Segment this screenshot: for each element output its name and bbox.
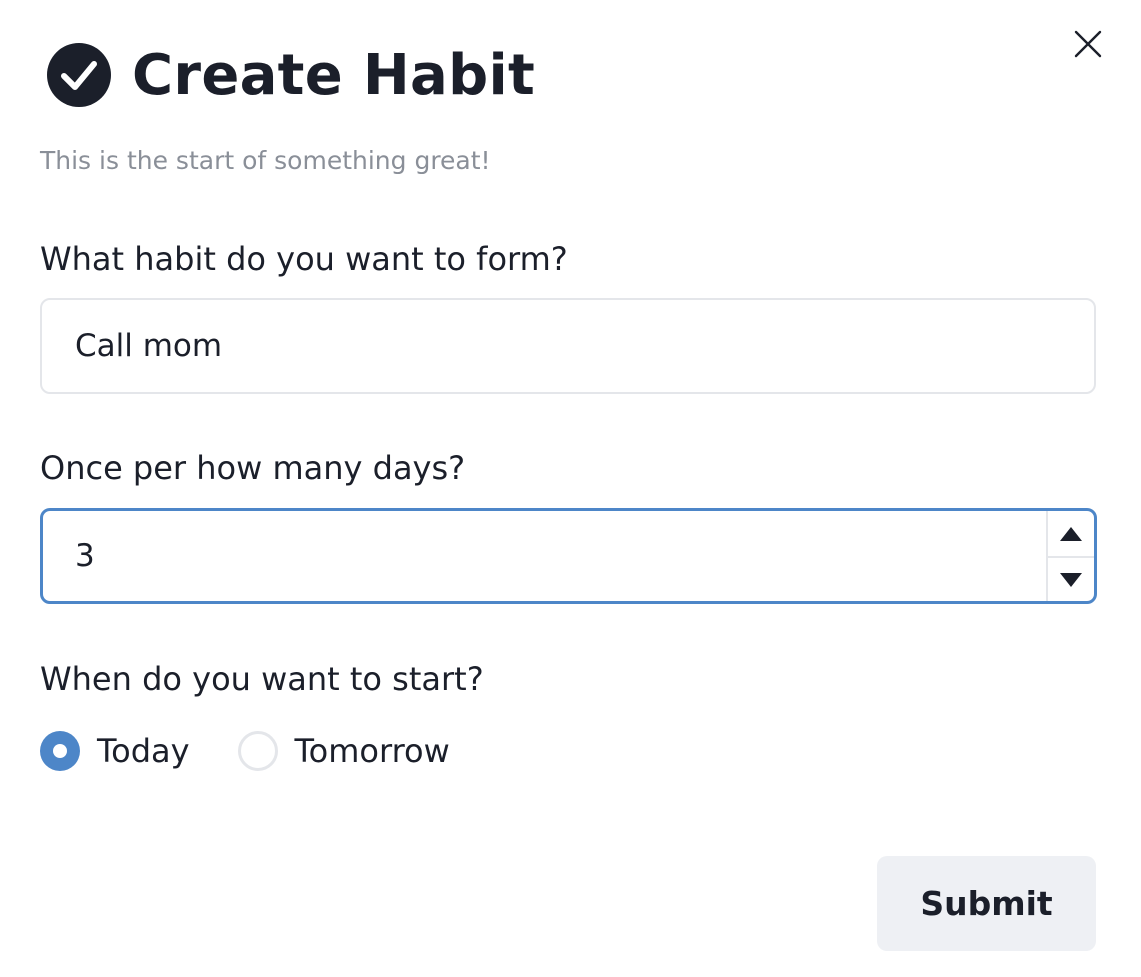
radio-label-tomorrow: Tomorrow	[294, 732, 450, 770]
increment-button[interactable]	[1048, 511, 1094, 556]
triangle-down-icon	[1060, 572, 1082, 587]
triangle-up-icon	[1060, 526, 1082, 541]
radio-tomorrow[interactable]	[237, 731, 278, 771]
check-circle-icon	[47, 43, 111, 107]
frequency-value[interactable]: 3	[75, 511, 95, 601]
habit-field-label: What habit do you want to form?	[40, 240, 568, 278]
habit-input[interactable]	[40, 298, 1096, 394]
radio-option-tomorrow[interactable]: Tomorrow	[237, 731, 450, 771]
close-icon	[1074, 30, 1102, 58]
number-spinner	[1046, 511, 1094, 601]
frequency-number-input[interactable]: 3	[40, 508, 1097, 604]
radio-label-today: Today	[97, 732, 190, 770]
submit-button[interactable]: Submit	[877, 856, 1096, 951]
dialog-subtitle: This is the start of something great!	[40, 146, 491, 175]
dialog-title: Create Habit	[132, 42, 536, 108]
start-field-label: When do you want to start?	[40, 660, 484, 698]
close-button[interactable]	[1068, 24, 1108, 64]
dialog-header: Create Habit	[46, 40, 535, 110]
radio-today[interactable]	[40, 731, 80, 771]
create-habit-dialog: Create Habit This is the start of someth…	[0, 0, 1141, 977]
radio-option-today[interactable]: Today	[40, 731, 190, 771]
frequency-field-label: Once per how many days?	[40, 449, 466, 487]
start-radio-group: Today Tomorrow	[40, 726, 498, 776]
decrement-button[interactable]	[1048, 556, 1094, 601]
